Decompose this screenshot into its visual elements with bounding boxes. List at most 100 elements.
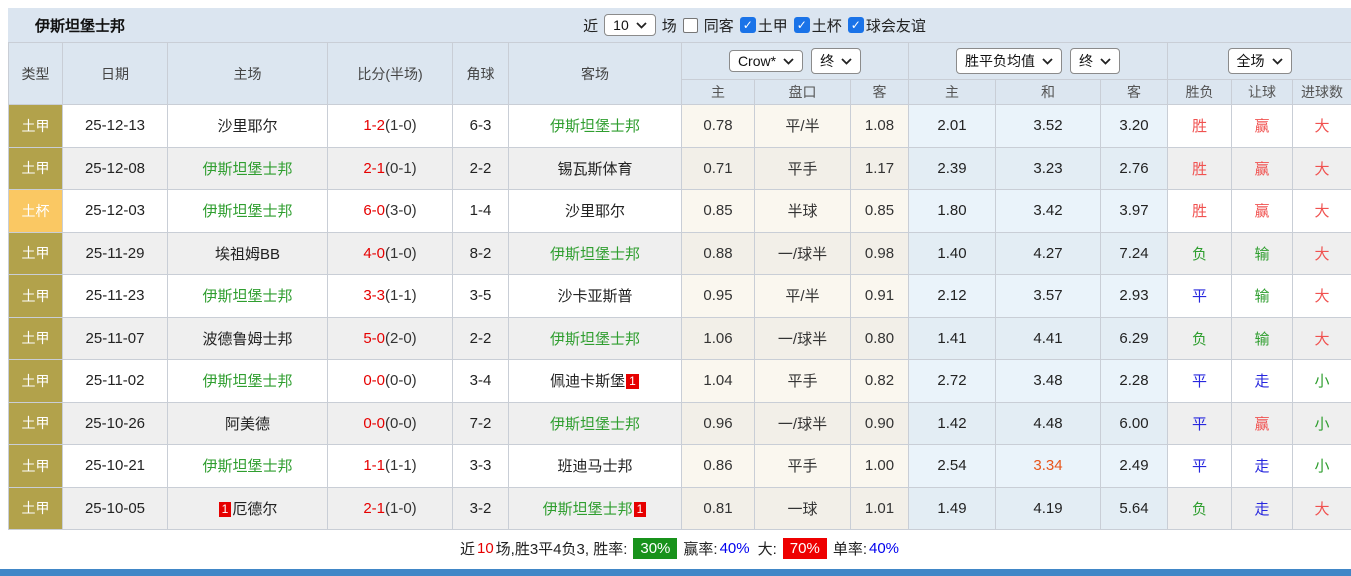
team-title: 伊斯坦堡士邦	[35, 15, 125, 36]
table-row: 土甲25-10-051厄德尔2-1(1-0)3-2伊斯坦堡士邦10.81一球1.…	[9, 487, 1351, 530]
col-home: 主场	[168, 43, 328, 105]
away-team: 沙里耶尔	[509, 190, 682, 233]
filter-controls: 近 10 场 同客 ✓ 土甲 ✓ 土杯 ✓ 球会友谊	[433, 14, 926, 36]
result-handicap: 输	[1232, 275, 1293, 318]
super-lig-label: 土甲	[758, 15, 788, 36]
col-goals: 进球数	[1293, 80, 1351, 105]
result-outcome: 胜	[1168, 147, 1232, 190]
summary-bar: 近10场,胜3平4负3, 胜率: 30% 赢率:40% 大: 70% 单率:40…	[8, 530, 1351, 566]
avg-away-odds: 7.24	[1101, 232, 1168, 275]
match-date: 25-12-13	[63, 105, 168, 148]
handicap-away-odds: 0.91	[851, 275, 909, 318]
score: 0-0(0-0)	[328, 402, 453, 445]
avg-draw-odds: 4.27	[996, 232, 1101, 275]
handicap-line: 平手	[755, 147, 851, 190]
handicap-line: 一/球半	[755, 402, 851, 445]
cup-label: 土杯	[812, 15, 842, 36]
col-handicap-line: 盘口	[755, 80, 851, 105]
result-goals: 大	[1293, 487, 1351, 530]
score: 2-1(0-1)	[328, 147, 453, 190]
table-row: 土甲25-11-07波德鲁姆士邦5-0(2-0)2-2伊斯坦堡士邦1.06一/球…	[9, 317, 1351, 360]
table-row: 土甲25-12-08伊斯坦堡士邦2-1(0-1)2-2锡瓦斯体育0.71平手1.…	[9, 147, 1351, 190]
super-lig-checkbox[interactable]: ✓	[740, 17, 756, 33]
result-handicap: 赢	[1232, 147, 1293, 190]
red-card-badge: 1	[219, 502, 232, 517]
avg-home-odds: 2.01	[909, 105, 996, 148]
table-row: 土甲25-12-13沙里耶尔1-2(1-0)6-3伊斯坦堡士邦0.78平/半1.…	[9, 105, 1351, 148]
avg-time-select[interactable]: 终	[1070, 48, 1120, 74]
odds-time-select[interactable]: 终	[811, 48, 861, 74]
avg-home-odds: 1.42	[909, 402, 996, 445]
handicap-line: 平/半	[755, 275, 851, 318]
corners: 2-2	[453, 147, 509, 190]
avg-away-odds: 3.97	[1101, 190, 1168, 233]
type-badge: 土杯	[9, 190, 63, 233]
table-row: 土甲25-11-23伊斯坦堡士邦3-3(1-1)3-5沙卡亚斯普0.95平/半0…	[9, 275, 1351, 318]
chevron-down-icon	[783, 58, 794, 65]
result-goals: 大	[1293, 105, 1351, 148]
handicap-away-odds: 0.90	[851, 402, 909, 445]
result-handicap: 赢	[1232, 402, 1293, 445]
result-handicap: 输	[1232, 232, 1293, 275]
score: 2-1(1-0)	[328, 487, 453, 530]
match-date: 25-11-29	[63, 232, 168, 275]
recent-count-select[interactable]: 10	[604, 14, 656, 36]
type-badge: 土甲	[9, 317, 63, 360]
home-team: 阿美德	[168, 402, 328, 445]
home-team: 1厄德尔	[168, 487, 328, 530]
type-badge: 土甲	[9, 487, 63, 530]
avg-away-odds: 2.49	[1101, 445, 1168, 488]
type-badge: 土甲	[9, 275, 63, 318]
summary-text: 场,胜3平4负3, 胜率:	[496, 538, 628, 559]
red-card-badge: 1	[626, 374, 639, 389]
type-badge: 土甲	[9, 360, 63, 403]
home-team: 伊斯坦堡士邦	[168, 275, 328, 318]
score: 6-0(3-0)	[328, 190, 453, 233]
handicap-line: 半球	[755, 190, 851, 233]
match-date: 25-11-02	[63, 360, 168, 403]
result-goals: 小	[1293, 402, 1351, 445]
avg-home-odds: 2.39	[909, 147, 996, 190]
type-badge: 土甲	[9, 232, 63, 275]
odds-company-select[interactable]: Crow*	[729, 50, 803, 72]
filter-bar: 伊斯坦堡士邦 近 10 场 同客 ✓ 土甲 ✓ 土杯 ✓ 球会友谊	[8, 8, 1351, 42]
same-venue-checkbox[interactable]	[683, 18, 698, 33]
red-card-badge: 1	[634, 502, 647, 517]
handicap-home-odds: 0.71	[682, 147, 755, 190]
chevron-down-icon	[1042, 58, 1053, 65]
score: 5-0(2-0)	[328, 317, 453, 360]
away-team: 伊斯坦堡士邦	[509, 317, 682, 360]
col-date: 日期	[63, 43, 168, 105]
avg-draw-odds: 4.48	[996, 402, 1101, 445]
handicap-home-odds: 0.81	[682, 487, 755, 530]
type-badge: 土甲	[9, 402, 63, 445]
handicap-line: 一球	[755, 487, 851, 530]
handicap-home-odds: 0.78	[682, 105, 755, 148]
handicap-away-odds: 1.17	[851, 147, 909, 190]
score: 1-2(1-0)	[328, 105, 453, 148]
table-row: 土杯25-12-03伊斯坦堡士邦6-0(3-0)1-4沙里耶尔0.85半球0.8…	[9, 190, 1351, 233]
cup-checkbox[interactable]: ✓	[794, 17, 810, 33]
handicap-line: 一/球半	[755, 317, 851, 360]
match-date: 25-10-21	[63, 445, 168, 488]
win-rate-badge: 30%	[633, 538, 677, 559]
home-team: 波德鲁姆士邦	[168, 317, 328, 360]
result-handicap: 输	[1232, 317, 1293, 360]
avg-home-odds: 1.49	[909, 487, 996, 530]
corners: 2-2	[453, 317, 509, 360]
match-date: 25-10-26	[63, 402, 168, 445]
result-handicap: 赢	[1232, 105, 1293, 148]
corners: 1-4	[453, 190, 509, 233]
avg-home-odds: 2.54	[909, 445, 996, 488]
chevron-down-icon	[1100, 58, 1111, 65]
home-team: 伊斯坦堡士邦	[168, 147, 328, 190]
scope-select[interactable]: 全场	[1228, 48, 1292, 74]
avg-type-select[interactable]: 胜平负均值	[956, 48, 1062, 74]
col-away: 客场	[509, 43, 682, 105]
away-team: 班迪马士邦	[509, 445, 682, 488]
match-history-table: 类型 日期 主场 比分(半场) 角球 客场 Crow* 终	[8, 42, 1351, 530]
handicap-away-odds: 1.00	[851, 445, 909, 488]
avg-draw-odds: 4.19	[996, 487, 1101, 530]
big-rate-label: 大:	[758, 538, 777, 559]
friendly-checkbox[interactable]: ✓	[848, 17, 864, 33]
